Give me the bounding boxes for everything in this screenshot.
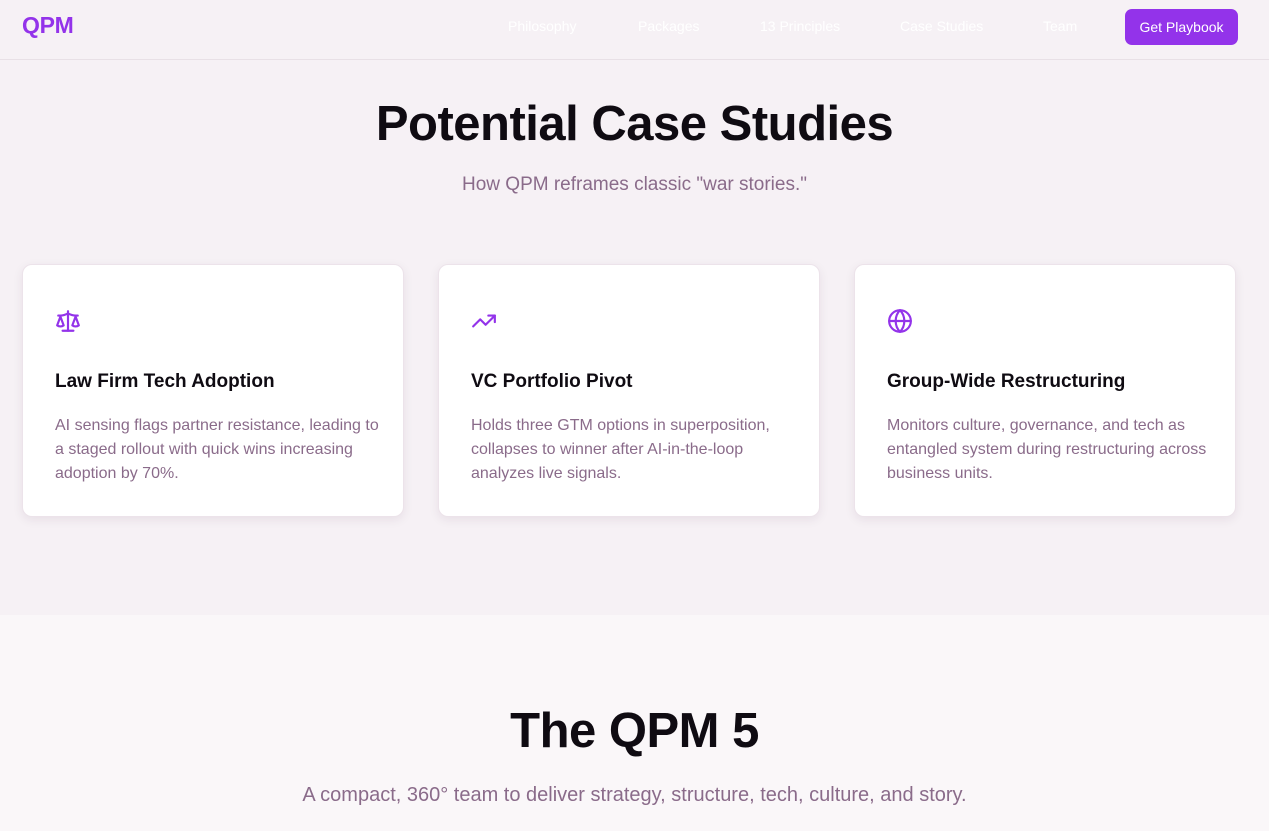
logo[interactable]: QPM [22,12,74,39]
case-card-law-firm: Law Firm Tech Adoption AI sensing flags … [22,264,404,517]
nav-case-studies[interactable]: Case Studies [900,18,983,34]
globe-icon [887,308,913,334]
qpm5-subtitle: A compact, 360° team to deliver strategy… [302,784,967,806]
card-title: Group-Wide Restructuring [887,371,1126,392]
case-studies-subtitle: How QPM reframes classic "war stories." [462,174,807,195]
qpm5-section: The QPM 5 A compact, 360° team to delive… [0,615,1269,831]
site-header: QPM Philosophy Packages 13 Principles Ca… [0,0,1269,60]
scale-icon [55,308,81,334]
trending-up-icon [471,308,497,334]
get-playbook-button[interactable]: Get Playbook [1125,9,1238,45]
nav-team[interactable]: Team [1043,18,1077,34]
card-title: VC Portfolio Pivot [471,371,633,392]
qpm5-title: The QPM 5 [510,704,759,758]
nav-13-principles[interactable]: 13 Principles [760,18,840,34]
case-card-restructuring: Group-Wide Restructuring Monitors cultur… [854,264,1236,517]
case-card-vc-portfolio: VC Portfolio Pivot Holds three GTM optio… [438,264,820,517]
card-description: Holds three GTM options in superposition… [471,417,770,482]
card-description: AI sensing flags partner resistance, lea… [55,417,379,482]
card-title: Law Firm Tech Adoption [55,371,275,392]
nav-packages[interactable]: Packages [638,18,699,34]
case-studies-title: Potential Case Studies [375,97,894,151]
nav-philosophy[interactable]: Philosophy [508,18,577,34]
card-description: Monitors culture, governance, and tech a… [887,417,1207,482]
